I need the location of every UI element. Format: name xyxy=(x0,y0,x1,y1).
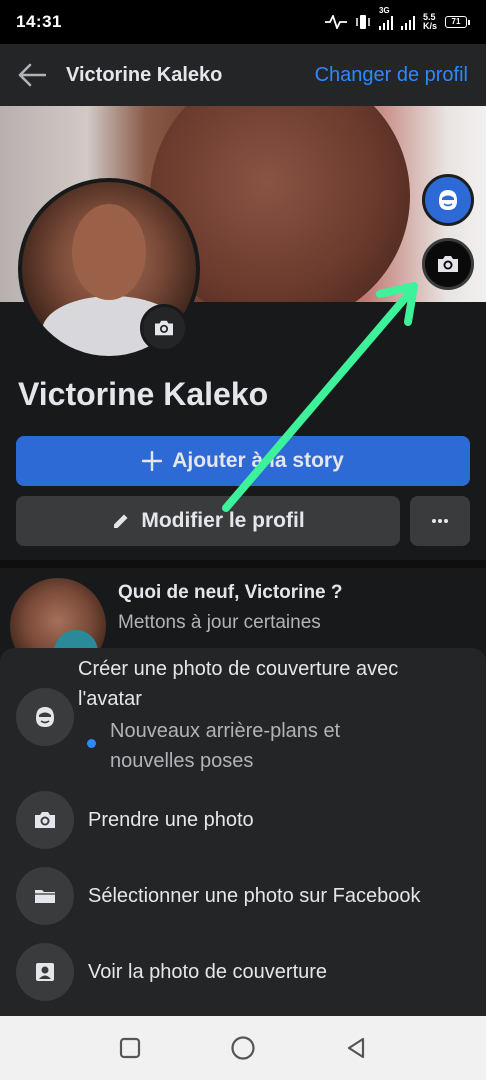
edit-profile-label: Modifier le profil xyxy=(141,509,305,532)
recent-apps-icon[interactable] xyxy=(118,1036,142,1060)
plus-icon xyxy=(142,451,163,471)
option-label: Sélectionner une photo sur Facebook xyxy=(88,885,421,907)
network-type: 3G xyxy=(378,6,390,15)
folder-icon xyxy=(16,867,74,925)
more-options-button[interactable] xyxy=(410,496,470,546)
status-icons: 3G 5.5 K/s 71 xyxy=(324,6,470,31)
composer-title: Quoi de neuf, Victorine ? xyxy=(118,582,343,603)
system-nav-bar xyxy=(0,1016,486,1080)
add-to-story-label: Ajouter à la story xyxy=(172,449,344,472)
network-speed: 5.5 K/s xyxy=(422,12,437,31)
signal-icon-2 xyxy=(400,14,415,30)
arrow-left-icon[interactable] xyxy=(18,61,46,89)
section-divider xyxy=(0,560,486,568)
option-label: Créer une photo de couverture avec l'ava… xyxy=(78,658,399,710)
option-label: Prendre une photo xyxy=(88,809,254,831)
signal-icon xyxy=(378,14,393,30)
status-bar: 14:31 3G 5.5 K/s 71 xyxy=(0,0,486,44)
status-time: 14:31 xyxy=(16,12,62,31)
avatar-face-icon xyxy=(16,688,74,746)
option-label: Voir la photo de couverture xyxy=(88,961,328,983)
profile-name: Victorine Kaleko xyxy=(18,376,269,412)
select-photo-option[interactable]: Sélectionner une photo sur Facebook xyxy=(0,864,486,928)
switch-profile-link[interactable]: Changer de profil xyxy=(315,64,468,87)
battery-icon: 71 xyxy=(445,16,470,28)
profile-camera-button[interactable] xyxy=(140,304,188,352)
ellipsis-icon xyxy=(432,519,448,523)
battery-level: 71 xyxy=(445,16,467,28)
pencil-icon xyxy=(114,514,128,528)
option-sublabel: Nouveaux arrière-plans et nouvelles pose… xyxy=(110,720,341,772)
page-title: Victorine Kaleko xyxy=(66,63,223,86)
activity-icon xyxy=(324,15,347,29)
cover-avatar-button[interactable] xyxy=(422,174,474,226)
edit-profile-button[interactable]: Modifier le profil xyxy=(16,496,400,546)
vibrate-icon xyxy=(356,15,370,29)
take-photo-option[interactable]: Prendre une photo xyxy=(0,788,486,852)
composer-subtitle: Mettons à jour certaines xyxy=(118,612,321,633)
camera-icon xyxy=(438,256,458,272)
camera-icon xyxy=(16,791,74,849)
avatar-face-icon xyxy=(439,190,457,210)
post-composer[interactable]: Quoi de neuf, Victorine ? Mettons à jour… xyxy=(0,568,486,674)
new-indicator-dot xyxy=(87,739,96,748)
home-icon[interactable] xyxy=(230,1035,256,1061)
view-cover-option[interactable]: Voir la photo de couverture xyxy=(0,940,486,1004)
add-to-story-button[interactable]: Ajouter à la story xyxy=(16,436,470,486)
cover-camera-button[interactable] xyxy=(422,238,474,290)
camera-icon xyxy=(155,320,173,336)
portrait-icon xyxy=(16,943,74,1001)
back-icon[interactable] xyxy=(344,1036,368,1060)
create-avatar-cover-option[interactable]: Créer une photo de couverture avec l'ava… xyxy=(0,648,486,788)
top-app-bar: Victorine Kaleko Changer de profil xyxy=(0,44,486,106)
